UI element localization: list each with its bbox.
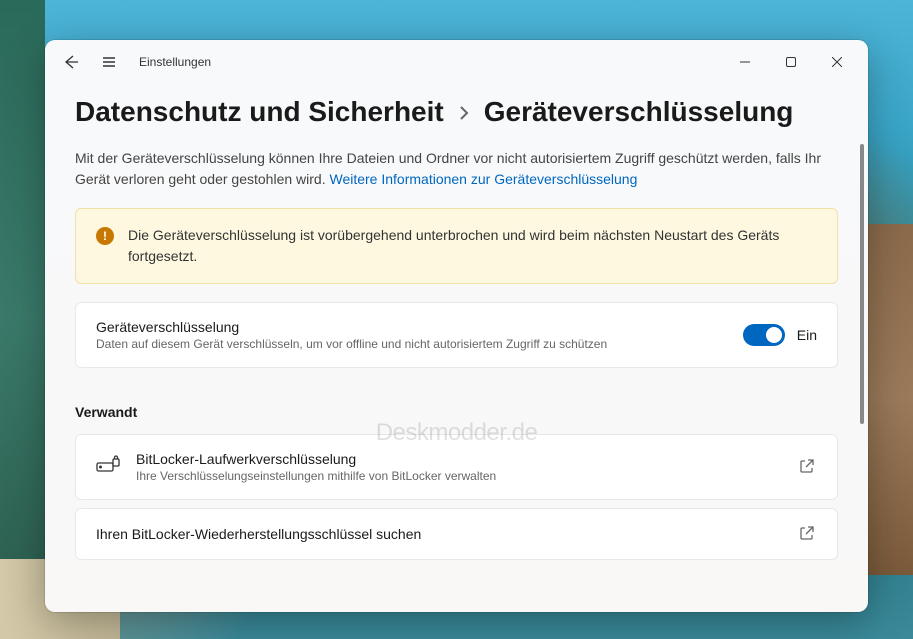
app-title: Einstellungen — [139, 55, 211, 69]
content-area: Datenschutz und Sicherheit Geräteverschl… — [45, 84, 868, 612]
scrollbar-thumb[interactable] — [860, 144, 864, 424]
close-button[interactable] — [814, 46, 860, 78]
minimize-button[interactable] — [722, 46, 768, 78]
alert-text: Die Geräteverschlüsselung ist vorübergeh… — [128, 225, 817, 267]
encryption-toggle[interactable] — [743, 324, 785, 346]
recovery-key-title: Ihren BitLocker-Wiederherstellungsschlüs… — [96, 526, 783, 542]
warning-alert: ! Die Geräteverschlüsselung ist vorüberg… — [75, 208, 838, 284]
encryption-subtitle: Daten auf diesem Gerät verschlüsseln, um… — [96, 337, 727, 351]
breadcrumb: Datenschutz und Sicherheit Geräteverschl… — [75, 96, 838, 128]
breadcrumb-parent[interactable]: Datenschutz und Sicherheit — [75, 96, 444, 128]
external-link-icon — [799, 458, 817, 476]
settings-window: Einstellungen Datenschutz und Sicherheit… — [45, 40, 868, 612]
related-header: Verwandt — [75, 404, 838, 420]
warning-icon: ! — [96, 227, 114, 245]
back-button[interactable] — [61, 52, 81, 72]
menu-button[interactable] — [99, 52, 119, 72]
page-description: Mit der Geräteverschlüsselung können Ihr… — [75, 148, 838, 190]
bitlocker-subtitle: Ihre Verschlüsselungseinstellungen mithi… — [136, 469, 783, 483]
chevron-right-icon — [456, 105, 472, 126]
encryption-toggle-card: Geräteverschlüsselung Daten auf diesem G… — [75, 302, 838, 368]
maximize-button[interactable] — [768, 46, 814, 78]
external-link-icon — [799, 525, 817, 543]
toggle-state-label: Ein — [797, 327, 817, 343]
drive-lock-icon — [96, 455, 120, 480]
encryption-title: Geräteverschlüsselung — [96, 319, 727, 335]
recovery-key-card[interactable]: Ihren BitLocker-Wiederherstellungsschlüs… — [75, 508, 838, 560]
bitlocker-title: BitLocker-Laufwerkverschlüsselung — [136, 451, 783, 467]
breadcrumb-current: Geräteverschlüsselung — [484, 96, 794, 128]
bitlocker-card[interactable]: BitLocker-Laufwerkverschlüsselung Ihre V… — [75, 434, 838, 500]
titlebar: Einstellungen — [45, 40, 868, 84]
scrollbar[interactable] — [860, 144, 864, 524]
more-info-link[interactable]: Weitere Informationen zur Geräteverschlü… — [329, 171, 637, 187]
